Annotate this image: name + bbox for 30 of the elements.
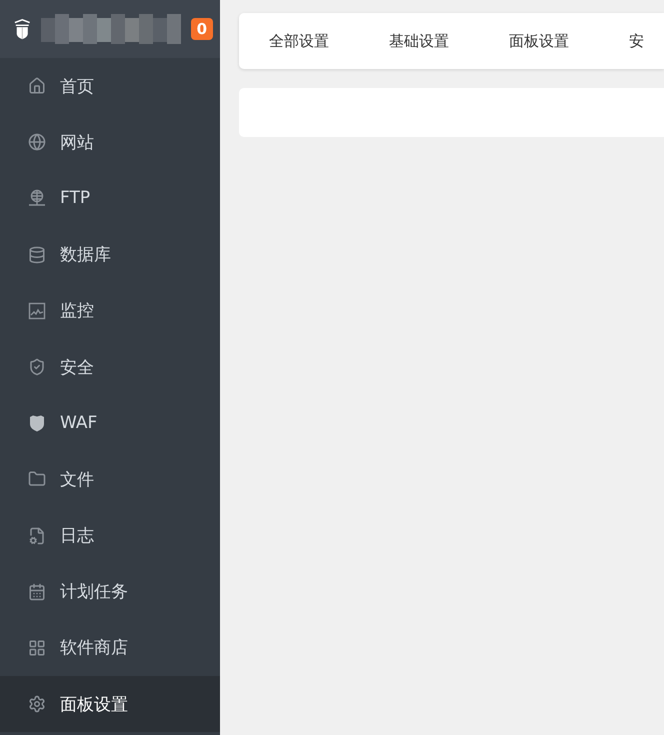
tab[interactable]: 全部设置 [269,32,329,50]
sidebar-item[interactable]: 数据库 [0,226,220,283]
sidebar-item[interactable]: 安全 [0,338,220,396]
sidebar-item[interactable]: 网站 [0,114,220,170]
tab[interactable]: 安 [629,32,644,50]
folder-icon [28,470,46,488]
notification-badge: 0 [190,18,213,40]
calendar-icon [28,582,46,601]
home-icon [28,77,46,96]
document-icon [28,526,46,545]
settings-icon [28,695,46,714]
database-icon [28,246,46,264]
sidebar-item[interactable]: 面板设置 [0,676,220,732]
monitor-icon [28,302,46,320]
sidebar-item[interactable]: 首页 [0,58,220,114]
sidebar-item[interactable]: 日志 [0,508,220,564]
sidebar-item[interactable]: WAF [0,395,220,452]
sidebar-item[interactable]: FTP [0,170,220,227]
sidebar-item[interactable]: 计划任务 [0,564,220,620]
logo-icon [14,18,31,40]
tab[interactable]: 基础设置 [389,32,449,50]
shield-icon [28,414,46,432]
sidebar-item[interactable]: 监控 [0,282,220,339]
tab[interactable]: 面板设置 [509,32,569,50]
globe-icon [28,133,46,152]
sidebar-item[interactable]: 文件 [0,451,220,508]
grid-icon [28,638,46,657]
shield-check-icon [28,358,46,376]
ftp-icon [28,189,46,208]
sidebar-item[interactable]: 软件商店 [0,620,220,676]
